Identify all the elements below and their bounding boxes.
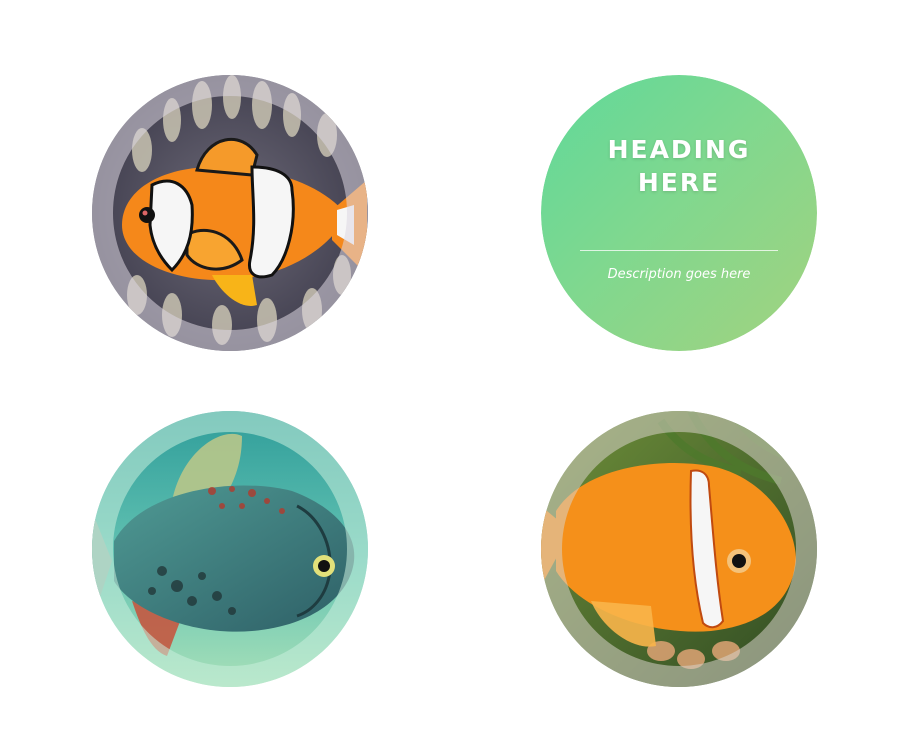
clownfish-illustration: [92, 75, 368, 351]
pacu-fish-image[interactable]: [92, 411, 368, 687]
heading-card-body: HEADING HERE Description goes here: [541, 75, 817, 351]
orange-clownfish-image[interactable]: [541, 411, 817, 687]
card-description: Description goes here: [607, 267, 751, 282]
pacu-fish-illustration: [92, 411, 368, 687]
card-heading: HEADING HERE: [607, 135, 751, 197]
gallery-grid: HEADING HERE Description goes here: [0, 0, 902, 747]
clownfish-image[interactable]: [92, 75, 368, 351]
card-divider: [580, 250, 778, 251]
heading-card[interactable]: HEADING HERE Description goes here: [541, 75, 817, 351]
orange-clownfish-illustration: [541, 411, 817, 687]
